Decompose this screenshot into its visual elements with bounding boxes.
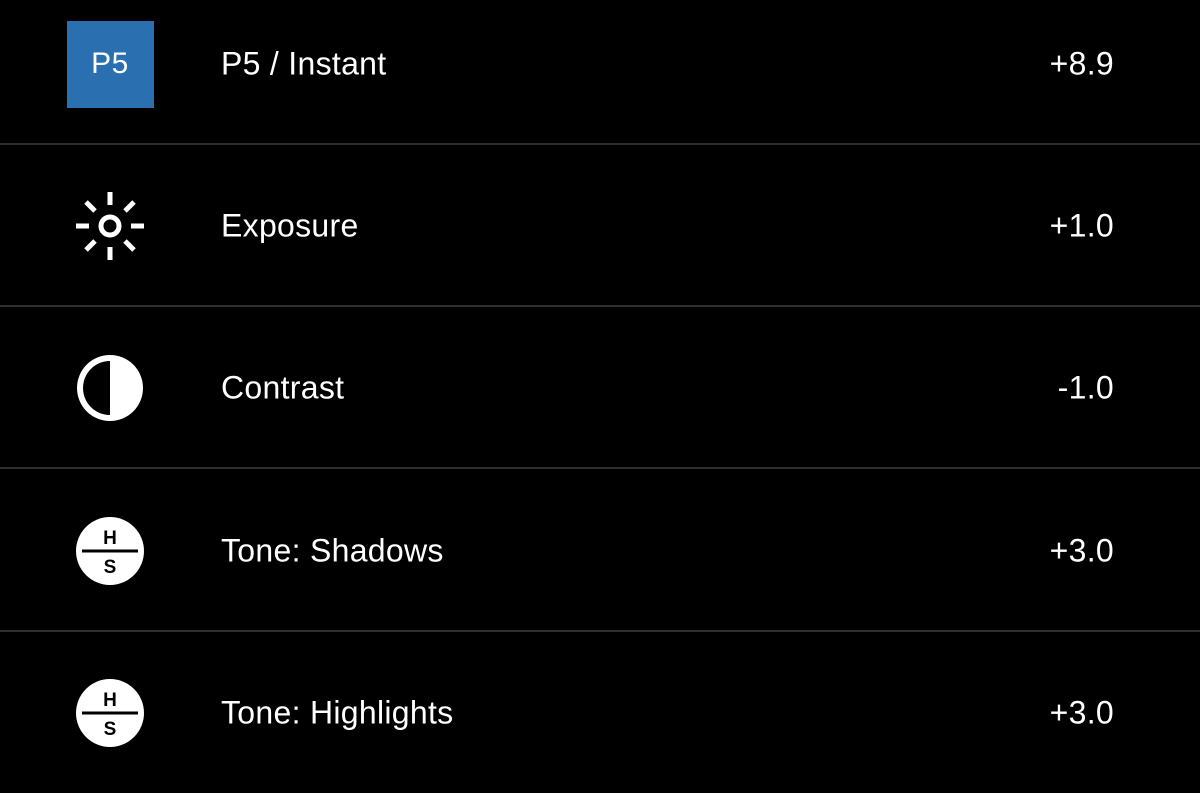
tone-icon-top-letter: H (103, 528, 117, 549)
row-divider (0, 305, 1200, 307)
preset-label: P5 / Instant (221, 45, 387, 82)
row-divider (0, 467, 1200, 469)
exposure-label: Exposure (221, 207, 359, 244)
adjustment-row-preset[interactable]: P5 P5 / Instant +8.9 (0, 0, 1200, 144)
contrast-label: Contrast (221, 369, 345, 406)
contrast-value: -1.0 (1057, 369, 1114, 406)
row-divider (0, 630, 1200, 632)
tone-icon-top-letter: H (103, 690, 117, 711)
tone-icon-bottom-letter: S (104, 557, 117, 578)
tone-highlights-label: Tone: Highlights (221, 694, 454, 731)
adjustment-row-tone-shadows[interactable]: H S Tone: Shadows +3.0 (0, 471, 1200, 631)
tone-icon-bottom-letter: S (104, 719, 117, 740)
contrast-icon (66, 344, 154, 432)
tone-shadows-label: Tone: Shadows (221, 532, 444, 569)
preset-value: +8.9 (1049, 45, 1114, 82)
tone-highlights-icon: H S (66, 669, 154, 757)
adjustment-row-tone-highlights[interactable]: H S Tone: Highlights +3.0 (0, 633, 1200, 793)
exposure-value: +1.0 (1049, 207, 1114, 244)
row-divider (0, 143, 1200, 145)
preset-badge: P5 (66, 20, 154, 108)
sun-icon (66, 182, 154, 270)
preset-badge-icon: P5 (66, 20, 154, 108)
adjustment-row-exposure[interactable]: Exposure +1.0 (0, 146, 1200, 306)
tone-shadows-value: +3.0 (1049, 532, 1114, 569)
tone-highlights-value: +3.0 (1049, 694, 1114, 731)
adjustment-row-contrast[interactable]: Contrast -1.0 (0, 308, 1200, 468)
adjustments-list: P5 P5 / Instant +8.9 Exposure +1.0 Contr… (0, 0, 1200, 771)
tone-shadows-icon: H S (66, 507, 154, 595)
